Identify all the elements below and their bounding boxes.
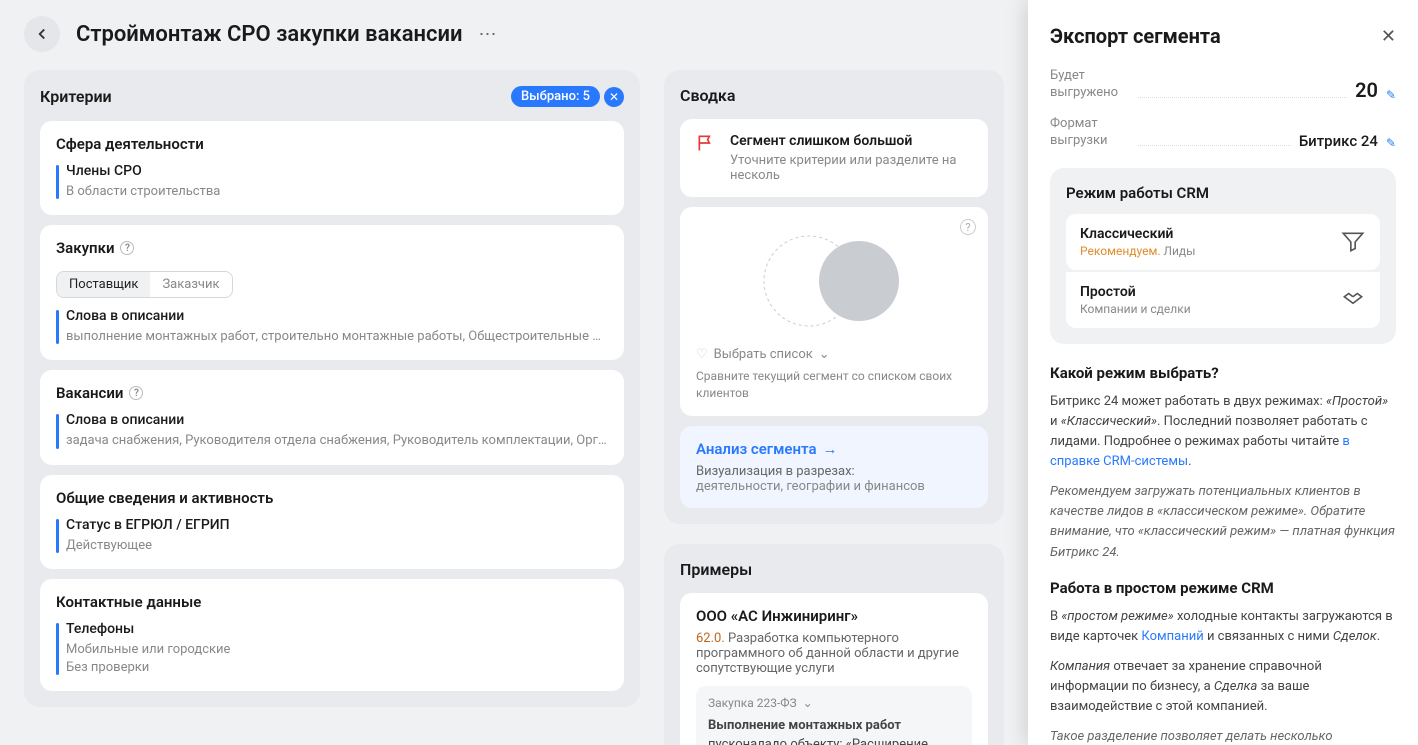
more-button[interactable]: ⋯	[479, 24, 499, 45]
criteria-item-title: Телефоны	[66, 621, 608, 637]
crm-mode-panel: Режим работы CRM Классический Рекомендуе…	[1050, 168, 1396, 344]
crm-option-simple[interactable]: Простой Компании и сделки	[1066, 272, 1380, 328]
analysis-desc: деятельности, географии и финансов	[696, 479, 972, 494]
edit-icon[interactable]: ✎	[1386, 88, 1396, 102]
warning-title: Сегмент слишком большой	[730, 133, 972, 149]
selected-count-badge[interactable]: Выбрано: 5	[511, 86, 600, 107]
page-title: Строймонтаж СРО закупки вакансии	[76, 22, 463, 47]
criteria-card-title: Контактные данные	[56, 593, 608, 611]
export-sidebar: Экспорт сегмента ✕ Будет выгружено 20 ✎ …	[1028, 0, 1418, 745]
sidebar-title: Экспорт сегмента	[1050, 24, 1221, 48]
export-format-label: Формат выгрузки	[1050, 116, 1130, 150]
export-count-label: Будет выгружено	[1050, 68, 1130, 102]
back-button[interactable]	[24, 16, 60, 52]
companies-link[interactable]: Компаний	[1141, 629, 1203, 644]
example-company-name: ООО «АС Инжиниринг»	[696, 607, 972, 625]
crm-option-classic[interactable]: Классический Рекомендуем. Лиды	[1066, 214, 1380, 270]
select-list-button[interactable]: ♡ Выбрать список ⌄	[696, 347, 972, 362]
examples-title: Примеры	[680, 560, 752, 579]
criteria-card[interactable]: Закупки ? Поставщик Заказчик Слова в опи…	[40, 225, 624, 360]
criteria-item-title: Члены СРО	[66, 163, 608, 179]
handshake-icon	[1340, 287, 1366, 313]
criteria-panel: Критерии Выбрано: 5 ✕ Сфера деятельности…	[24, 70, 640, 707]
analysis-card[interactable]: Анализ сегмента → Визуализация в разреза…	[680, 426, 988, 508]
criteria-item-desc: задача снабжения, Руководителя отдела сн…	[66, 432, 608, 450]
help-icon[interactable]: ?	[120, 241, 134, 255]
close-button[interactable]: ✕	[1381, 26, 1396, 47]
summary-title: Сводка	[680, 86, 735, 105]
criteria-card-title: Сфера деятельности	[56, 135, 608, 153]
criteria-item-desc: В области строительства	[66, 183, 608, 201]
help-icon[interactable]: ?	[129, 386, 143, 400]
analysis-desc: Визуализация в разрезах:	[696, 464, 972, 479]
criteria-item-title: Слова в описании	[66, 412, 608, 428]
segment-option-supplier[interactable]: Поставщик	[57, 272, 150, 297]
criteria-item-title: Статус в ЕГРЮЛ / ЕГРИП	[66, 517, 608, 533]
criteria-card[interactable]: Сфера деятельности Члены СРО В области с…	[40, 121, 624, 215]
criteria-item-desc: выполнение монтажных работ, строительно …	[66, 328, 608, 346]
criteria-card-title: Общие сведения и активность	[56, 489, 608, 507]
help-text: Какой режим выбрать? Битрикс 24 может ра…	[1050, 364, 1396, 745]
arrow-right-icon: →	[823, 440, 838, 458]
criteria-card[interactable]: Общие сведения и активность Статус в ЕГР…	[40, 475, 624, 569]
criteria-title: Критерии	[40, 87, 112, 106]
help-icon[interactable]: ?	[960, 219, 976, 235]
analysis-link[interactable]: Анализ сегмента →	[696, 440, 972, 458]
buyer-supplier-toggle[interactable]: Поставщик Заказчик	[56, 271, 233, 298]
warning-card: Сегмент слишком большой Уточните критери…	[680, 119, 988, 197]
summary-panel: Сводка Сегмент слишком большой Уточните …	[664, 70, 1004, 524]
venn-card: ? ♡ Выбрать список ⌄ Сравните текущий се…	[680, 207, 988, 416]
warning-desc: Уточните критерии или разделите на неско…	[730, 153, 972, 183]
criteria-card[interactable]: Контактные данные Телефоны Мобильные или…	[40, 579, 624, 691]
funnel-icon	[1340, 229, 1366, 255]
example-activity: 62.0. Разработка компьютерного программн…	[696, 631, 972, 676]
criteria-item-desc: Мобильные или городские Без проверки	[66, 641, 608, 677]
example-card[interactable]: ООО «АС Инжиниринг» 62.0. Разработка ком…	[680, 593, 988, 745]
crm-panel-title: Режим работы CRM	[1066, 184, 1380, 202]
criteria-card-title: Вакансии	[56, 384, 123, 402]
criteria-item-title: Слова в описании	[66, 308, 608, 324]
heart-icon: ♡	[696, 347, 708, 362]
criteria-item-desc: Действующее	[66, 537, 608, 555]
clear-selection-button[interactable]: ✕	[604, 87, 624, 107]
venn-diagram	[696, 221, 972, 347]
venn-hint: Сравните текущий сегмент со списком свои…	[696, 368, 972, 402]
criteria-card[interactable]: Вакансии ? Слова в описании задача снабж…	[40, 370, 624, 464]
export-count-value: 20	[1355, 78, 1378, 102]
export-format-value: Битрикс 24	[1299, 132, 1378, 150]
examples-panel: Примеры ООО «АС Инжиниринг» 62.0. Разраб…	[664, 544, 1004, 745]
arrow-left-icon	[33, 25, 51, 43]
example-purchase-body: Выполнение монтажных работ пусконаладо о…	[708, 716, 960, 745]
segment-option-customer[interactable]: Заказчик	[150, 272, 231, 297]
example-purchase-block: Закупка 223-ФЗ ⌄ Выполнение монтажных ра…	[696, 686, 972, 745]
edit-icon[interactable]: ✎	[1386, 136, 1396, 150]
chevron-down-icon[interactable]: ⌄	[803, 696, 813, 710]
chevron-down-icon: ⌄	[819, 347, 830, 362]
flag-icon	[696, 133, 716, 153]
criteria-card-title: Закупки	[56, 239, 114, 257]
